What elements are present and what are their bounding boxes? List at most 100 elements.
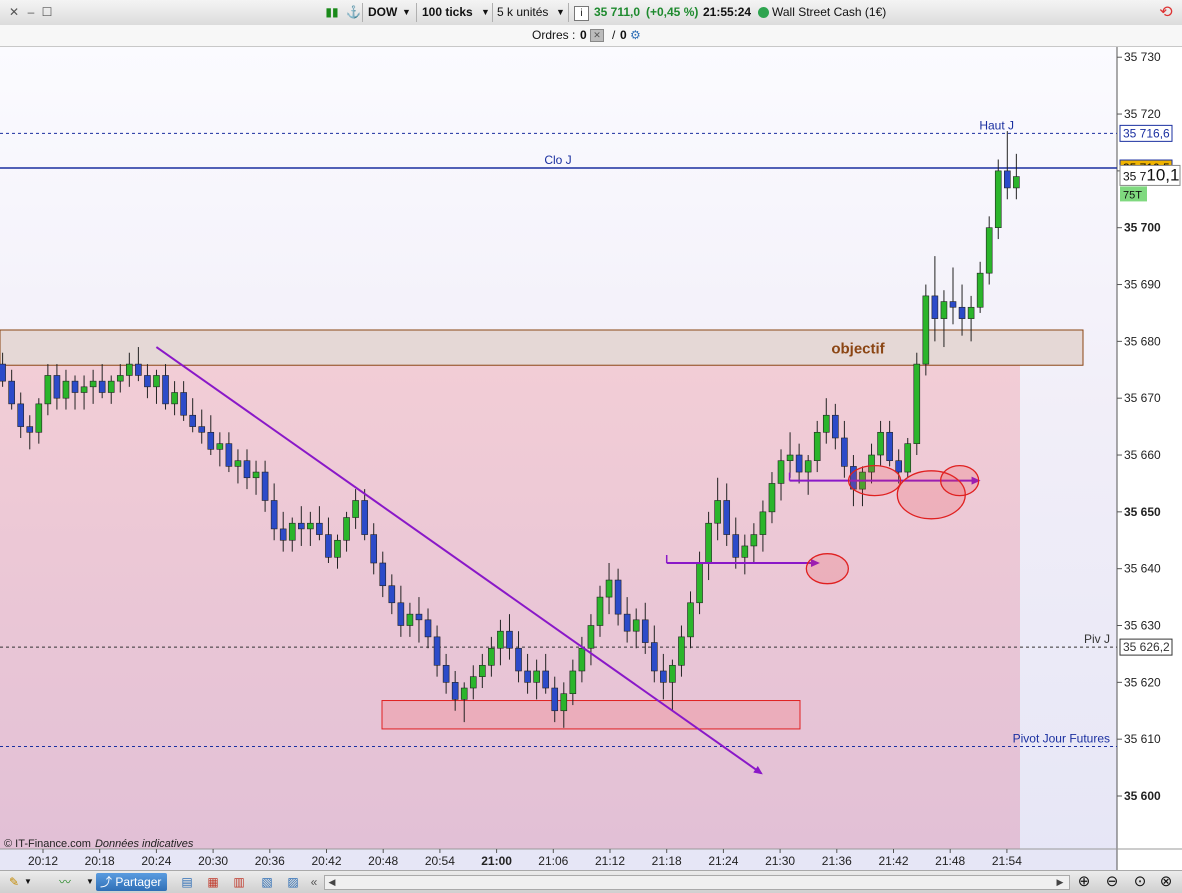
x-tick-label: 20:54 <box>425 854 455 868</box>
candle-body <box>895 460 902 473</box>
candle-body <box>705 522 712 564</box>
candle-body <box>379 562 387 587</box>
level-label-2: Piv J <box>1084 632 1110 646</box>
candle-body <box>714 500 721 524</box>
candle-body <box>162 375 169 405</box>
level-value-2: 35 626,2 <box>1123 640 1170 654</box>
layout-icon[interactable]: ▧ <box>258 871 276 893</box>
candle-body <box>325 534 332 558</box>
candle-body <box>433 636 441 666</box>
scroll-start-icon[interactable]: « <box>306 871 322 893</box>
maximize-icon[interactable]: ☐ <box>40 0 54 25</box>
x-tick-label: 20:24 <box>141 854 171 868</box>
candle-body <box>352 500 359 518</box>
chevron-down-icon[interactable]: ▼ <box>402 0 411 25</box>
price-change: (+0,45 %) <box>646 5 699 19</box>
candle-body <box>759 511 767 535</box>
y-tick-label: 35 700 <box>1124 221 1161 235</box>
horizontal-scrollbar[interactable] <box>324 875 1070 890</box>
candle-body <box>479 664 486 677</box>
candle-body <box>524 670 531 683</box>
orders-close-icon[interactable]: ✕ <box>590 29 604 42</box>
candle-body <box>949 301 957 308</box>
orders-count-filled: 0 <box>620 28 627 42</box>
candle-body <box>985 227 993 274</box>
candle-body <box>44 375 52 405</box>
settings-gear-icon[interactable]: ⚙ <box>630 28 641 42</box>
info-icon[interactable]: i <box>574 6 589 21</box>
candle-body <box>8 380 15 405</box>
refresh-icon[interactable]: ⟲ <box>1156 0 1176 25</box>
minimize-icon[interactable]: – <box>24 0 38 25</box>
y-tick-label: 35 670 <box>1124 391 1161 405</box>
candle-body <box>741 545 749 558</box>
x-tick-label: 20:30 <box>198 854 228 868</box>
tick-count-label: 75T <box>1123 189 1142 201</box>
candle-body <box>180 392 187 416</box>
interval-select[interactable]: 100 ticks <box>422 0 473 25</box>
level-value-0: 35 716,6 <box>1123 126 1170 140</box>
chevron-down-icon[interactable]: ▼ <box>556 0 565 25</box>
y-tick-label: 35 640 <box>1124 562 1161 576</box>
chevron-down-icon[interactable]: ▼ <box>481 0 490 25</box>
candle-body <box>370 534 378 564</box>
candle-body <box>832 414 839 439</box>
candle-body <box>424 619 432 638</box>
candle-body <box>768 483 776 513</box>
candle-body <box>795 454 803 473</box>
price-area-fill <box>0 365 1020 849</box>
orders-label: Ordres : <box>532 28 576 42</box>
candle-body <box>17 403 25 427</box>
window-icon[interactable]: ▨ <box>284 871 302 893</box>
zoom-out-icon[interactable]: ⊖ <box>1102 871 1122 893</box>
x-tick-label: 20:36 <box>255 854 285 868</box>
level-label-0: Haut J <box>979 118 1014 132</box>
candle-body <box>62 380 70 399</box>
candle-body <box>451 682 459 700</box>
candle-body <box>1003 170 1011 189</box>
candle-body <box>940 301 948 319</box>
sync-icon[interactable]: ⚓ <box>346 0 361 25</box>
candle-body <box>80 386 88 393</box>
candle-body <box>623 613 631 632</box>
share-button[interactable]: ⤴ Partager <box>96 873 168 891</box>
candle-body <box>35 403 43 433</box>
x-tick-label: 20:18 <box>85 854 115 868</box>
x-tick-label: 21:48 <box>935 854 965 868</box>
candle-body <box>397 602 405 626</box>
highlight-circle-0 <box>805 553 849 585</box>
candle-body <box>678 636 685 666</box>
zoom-in-icon[interactable]: ⊕ <box>1074 871 1094 893</box>
chevron-down-icon[interactable]: ▼ <box>24 871 32 893</box>
symbol-select[interactable]: DOW <box>368 0 397 25</box>
candle-body <box>243 460 251 479</box>
chevron-down-icon[interactable]: ▼ <box>86 871 94 893</box>
share-icon: ⤴ <box>100 875 113 889</box>
save-icon[interactable]: ▦ <box>204 871 222 893</box>
scroll-right-icon[interactable]: ▶ <box>1054 871 1066 893</box>
scroll-left-icon[interactable]: ◀ <box>326 871 338 893</box>
candle-body <box>551 687 559 712</box>
zoom-fit-icon[interactable]: ⊗ <box>1156 871 1176 893</box>
candle-body <box>497 630 504 649</box>
candle-body <box>116 375 124 382</box>
candle-body <box>542 670 549 689</box>
chart-type-icon[interactable]: ▮▮ <box>324 0 340 25</box>
print-icon[interactable]: ▤ <box>178 871 196 893</box>
zoom-reset-icon[interactable]: ⊙ <box>1130 871 1150 893</box>
indicator-icon[interactable]: 〰 <box>52 871 78 893</box>
price-chart[interactable]: objectif Haut J35 716,6Clo J35 710,5Piv … <box>0 47 1182 870</box>
export-icon[interactable]: ▥ <box>230 871 248 893</box>
candle-body <box>632 619 640 632</box>
close-icon[interactable]: ✕ <box>6 0 22 25</box>
pencil-icon[interactable]: ✎ <box>4 871 24 893</box>
candle-body <box>0 363 6 382</box>
candle-body <box>569 670 577 695</box>
top-toolbar: ✕ – ☐ ▮▮ ⚓ DOW ▼ 100 ticks ▼ 5 k unités … <box>0 0 1182 26</box>
candle-body <box>171 392 178 405</box>
y-tick-label: 35 720 <box>1124 107 1161 121</box>
candle-body <box>469 676 477 689</box>
candle-body <box>696 562 703 604</box>
highlight-circle-1 <box>847 464 902 497</box>
size-select[interactable]: 5 k unités <box>497 0 548 25</box>
